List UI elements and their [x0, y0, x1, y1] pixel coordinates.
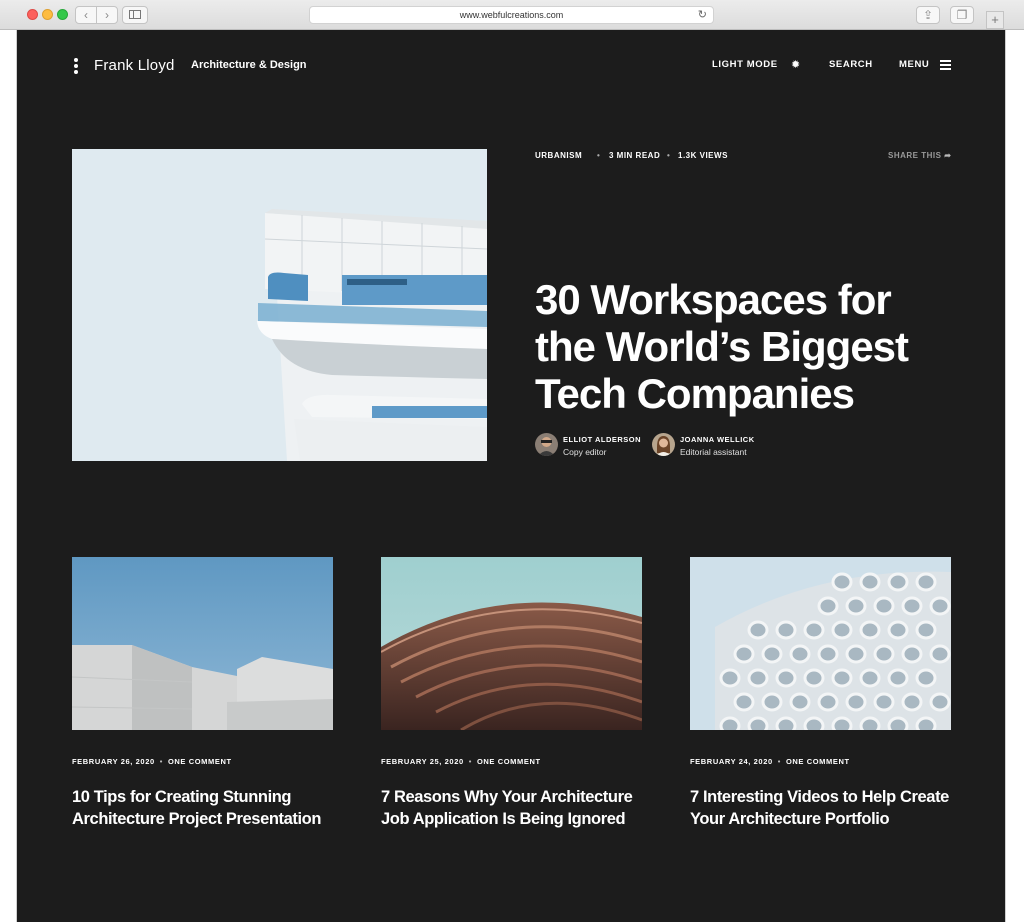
meta-separator: • [597, 151, 601, 160]
reload-icon[interactable]: ↻ [698, 7, 707, 23]
category-link[interactable]: URBANISM [535, 151, 582, 160]
share-label: SHARE THIS [888, 151, 942, 160]
post-card[interactable]: FEBRUARY 24, 2020 • ONE COMMENT 7 Interest… [690, 557, 951, 828]
meta-separator: • [468, 757, 472, 766]
read-time: 3 MIN READ [609, 151, 661, 160]
post-date[interactable]: FEBRUARY 24, 2020 [690, 757, 773, 766]
hero-title[interactable]: 30 Workspaces for the World’s Biggest Te… [535, 276, 955, 417]
chevron-right-icon: › [105, 8, 109, 22]
meta-separator: • [159, 757, 163, 766]
minimize-window-button[interactable] [42, 9, 53, 20]
avatar [535, 433, 558, 456]
post-meta: FEBRUARY 25, 2020 • ONE COMMENT [381, 757, 541, 766]
forward-button[interactable]: › [96, 6, 118, 24]
avatar [652, 433, 675, 456]
site-logo[interactable]: Frank Lloyd [94, 57, 175, 74]
view-count: 1.3K VIEWS [678, 151, 728, 160]
share-arrow-icon: ➦ [944, 151, 952, 160]
tabs-icon: ❐ [956, 8, 968, 22]
author-role: Copy editor [563, 447, 607, 457]
plus-icon: + [991, 12, 999, 27]
tabs-button[interactable]: ❐ [950, 6, 974, 24]
sidebar-icon [129, 10, 141, 19]
post-image[interactable] [72, 557, 333, 730]
site-header: Frank Lloyd Architecture & Design LIGHT … [16, 30, 1006, 100]
new-tab-button[interactable]: + [986, 11, 1004, 29]
comment-count[interactable]: ONE COMMENT [477, 757, 541, 766]
maximize-window-button[interactable] [57, 9, 68, 20]
share-button[interactable]: ⇪ [916, 6, 940, 24]
post-meta: FEBRUARY 26, 2020 • ONE COMMENT [72, 757, 232, 766]
hero-image[interactable] [72, 149, 487, 461]
search-link[interactable]: SEARCH [829, 59, 873, 70]
post-date[interactable]: FEBRUARY 25, 2020 [381, 757, 464, 766]
author-name: ELLIOT ALDERSON [563, 435, 642, 444]
comment-count[interactable]: ONE COMMENT [786, 757, 850, 766]
post-date[interactable]: FEBRUARY 26, 2020 [72, 757, 155, 766]
more-dots-icon[interactable] [74, 58, 78, 76]
address-bar[interactable]: www.webfulcreations.com ↻ [309, 6, 714, 24]
sun-icon[interactable]: ✹ [791, 58, 800, 71]
post-meta: FEBRUARY 24, 2020 • ONE COMMENT [690, 757, 850, 766]
meta-separator: • [777, 757, 781, 766]
building-illustration [72, 149, 487, 461]
light-mode-toggle[interactable]: LIGHT MODE [712, 59, 778, 70]
sidebar-toggle-button[interactable] [122, 6, 148, 24]
post-card[interactable]: FEBRUARY 26, 2020 • ONE COMMENT 10 Tips fo… [72, 557, 333, 828]
back-button[interactable]: ‹ [75, 6, 97, 24]
meta-separator: • [667, 151, 671, 160]
hamburger-icon[interactable] [940, 60, 951, 72]
post-image[interactable] [381, 557, 642, 730]
post-title[interactable]: 7 Reasons Why Your Architecture Job Appl… [381, 786, 661, 830]
author-role: Editorial assistant [680, 447, 747, 457]
comment-count[interactable]: ONE COMMENT [168, 757, 232, 766]
site-tagline: Architecture & Design [191, 59, 307, 71]
chevron-left-icon: ‹ [84, 8, 88, 22]
post-image[interactable] [690, 557, 951, 730]
post-title[interactable]: 10 Tips for Creating Stunning Architectu… [72, 786, 352, 830]
share-link[interactable]: SHARE THIS ➦ [888, 151, 951, 160]
browser-toolbar: ‹ › www.webfulcreations.com ↻ ⇪ ❐ + [0, 0, 1024, 30]
menu-link[interactable]: MENU [899, 59, 929, 70]
author-name: JOANNA WELLICK [680, 435, 755, 444]
share-icon: ⇪ [922, 8, 934, 22]
post-card[interactable]: FEBRUARY 25, 2020 • ONE COMMENT 7 Reasons … [381, 557, 642, 828]
url-text: www.webfulcreations.com [459, 10, 564, 20]
close-window-button[interactable] [27, 9, 38, 20]
post-title[interactable]: 7 Interesting Videos to Help Create Your… [690, 786, 970, 830]
